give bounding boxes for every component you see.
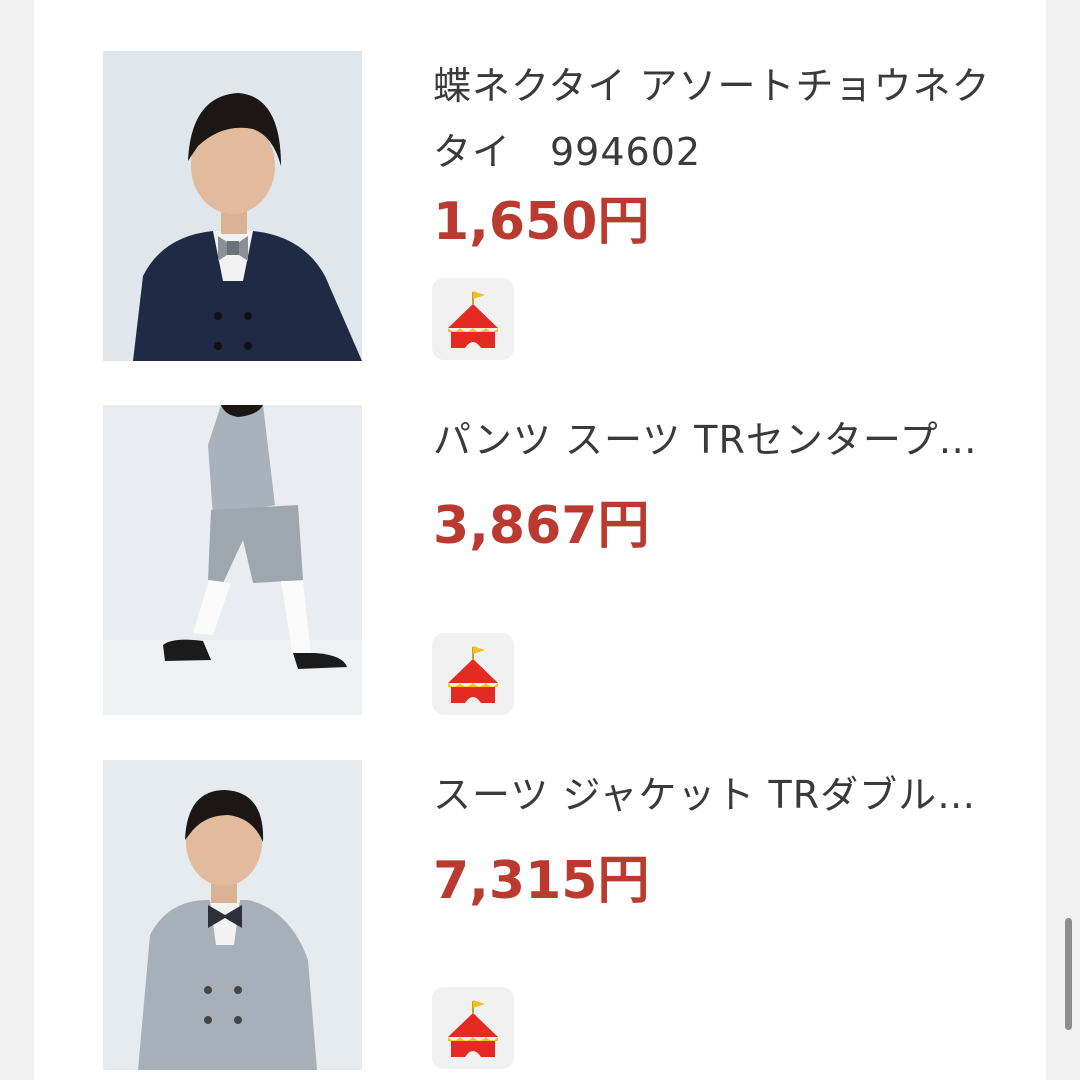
product-list-item[interactable]: 蝶ネクタイ アソートチョウネクタイ 994602 1,650円: [103, 51, 1023, 361]
circus-tent-icon: [448, 291, 498, 348]
product-image-navy-suit[interactable]: [103, 51, 362, 361]
shop-badge[interactable]: [432, 633, 514, 715]
circus-tent-icon: [448, 646, 498, 703]
product-title[interactable]: スーツ ジャケット TRダブル…: [433, 762, 993, 828]
product-list-item[interactable]: パンツ スーツ TRセンタープ… 3,867円: [103, 405, 1023, 715]
scrollbar[interactable]: [1065, 918, 1072, 1030]
product-price: 3,867円: [433, 496, 650, 556]
product-title[interactable]: パンツ スーツ TRセンタープ…: [433, 407, 993, 473]
product-image-gray-shorts[interactable]: [103, 405, 362, 715]
circus-tent-icon: [448, 1000, 498, 1057]
shop-badge[interactable]: [432, 987, 514, 1069]
product-list-item[interactable]: スーツ ジャケット TRダブル… 7,315円: [103, 760, 1023, 1070]
product-title[interactable]: 蝶ネクタイ アソートチョウネクタイ 994602: [433, 53, 993, 185]
product-price: 1,650円: [433, 192, 650, 252]
shop-badge[interactable]: [432, 278, 514, 360]
product-price: 7,315円: [433, 851, 650, 911]
product-image-gray-jacket[interactable]: [103, 760, 362, 1070]
product-list-panel: 蝶ネクタイ アソートチョウネクタイ 994602 1,650円 パンツ スーツ …: [34, 0, 1046, 1080]
